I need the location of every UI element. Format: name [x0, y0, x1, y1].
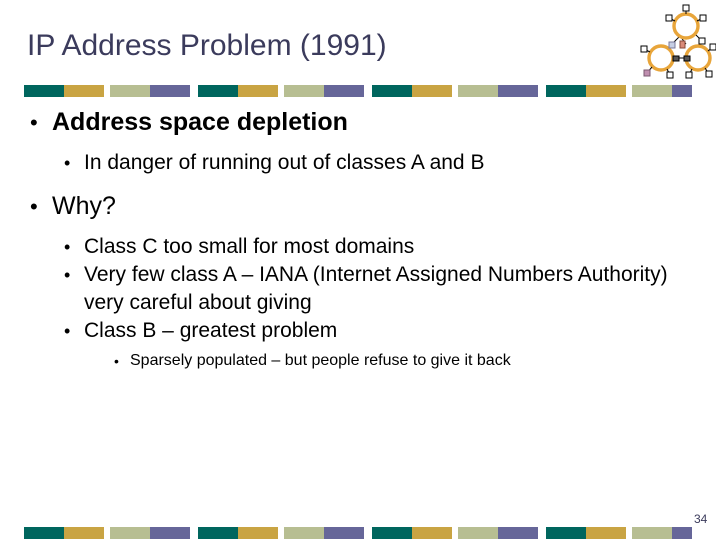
bullet-text: Class C too small for most domains	[84, 235, 415, 258]
color-bar-unit	[198, 85, 372, 97]
bar-segment-gap	[103, 85, 111, 97]
presentation-slide: IP Address Problem (1991) • Address spac…	[0, 0, 720, 540]
bar-segment-gap	[189, 527, 198, 539]
bullet-marker-icon: •	[64, 321, 71, 341]
bullet-level-1: • Address space depletion	[30, 106, 694, 139]
bar-segment-gold	[63, 527, 104, 539]
slide-body: • Address space depletion • In danger of…	[22, 106, 694, 372]
bar-segment-slate	[323, 85, 364, 97]
bullet-marker-icon: •	[64, 153, 71, 173]
bar-segment-teal	[372, 527, 412, 539]
bullet-text: Sparsely populated – but people refuse t…	[130, 352, 511, 369]
bar-segment-sage	[632, 527, 672, 539]
bullet-level-2: • In danger of running out of classes A …	[64, 149, 694, 177]
bullet-marker-icon: •	[64, 237, 71, 257]
bar-segment-sage	[458, 527, 498, 539]
bar-segment-sage	[110, 85, 150, 97]
bullet-text: Address space depletion	[52, 108, 348, 136]
bar-segment-gap	[277, 85, 285, 97]
bullet-marker-icon: •	[30, 194, 38, 219]
bar-segment-teal	[198, 85, 238, 97]
color-bar-unit	[546, 85, 692, 97]
bar-segment-gold	[237, 527, 278, 539]
slide-title: IP Address Problem (1991)	[27, 29, 387, 62]
molecule-graphic	[640, 4, 717, 82]
bullet-level-3: • Sparsely populated – but people refuse…	[114, 350, 694, 372]
bar-segment-gap	[103, 527, 111, 539]
bar-segment-sage	[632, 85, 672, 97]
bullet-marker-icon: •	[64, 265, 71, 285]
bar-segment-slate	[149, 527, 190, 539]
bar-segment-gap	[625, 527, 633, 539]
bar-segment-gap	[363, 527, 372, 539]
bar-segment-slate	[497, 85, 538, 97]
bar-segment-slate	[149, 85, 190, 97]
bar-segment-gap	[189, 85, 198, 97]
bar-segment-teal	[372, 85, 412, 97]
bar-segment-slate	[323, 527, 364, 539]
bar-segment-slate	[671, 85, 692, 97]
bar-segment-sage	[284, 85, 324, 97]
bar-segment-gold	[585, 85, 626, 97]
bar-segment-gold	[585, 527, 626, 539]
bar-segment-sage	[458, 85, 498, 97]
bullet-text: Very few class A – IANA (Internet Assign…	[84, 263, 668, 314]
color-bar-unit	[198, 527, 372, 539]
bar-segment-gold	[237, 85, 278, 97]
bar-segment-gap	[451, 85, 459, 97]
decorative-color-bar-bottom	[24, 527, 692, 539]
bar-segment-gold	[63, 85, 104, 97]
bullet-text: Why?	[52, 192, 116, 220]
color-bar-unit	[24, 85, 198, 97]
bullet-level-2: • Very few class A – IANA (Internet Assi…	[64, 261, 694, 317]
bar-segment-sage	[284, 527, 324, 539]
decorative-color-bar-top	[24, 85, 692, 97]
bar-segment-teal	[546, 527, 586, 539]
color-bar-unit	[372, 527, 546, 539]
color-bar-unit	[546, 527, 692, 539]
bar-segment-slate	[671, 527, 692, 539]
bar-segment-teal	[24, 527, 64, 539]
bullet-marker-icon: •	[30, 110, 38, 135]
bar-segment-gap	[451, 527, 459, 539]
bullet-text: In danger of running out of classes A an…	[84, 151, 485, 174]
bar-segment-gap	[625, 85, 633, 97]
color-bar-unit	[372, 85, 546, 97]
bar-segment-teal	[24, 85, 64, 97]
bullet-level-2: • Class C too small for most domains	[64, 233, 694, 261]
bullet-marker-icon: •	[114, 353, 119, 369]
bar-segment-gap	[277, 527, 285, 539]
bar-segment-slate	[497, 527, 538, 539]
bar-segment-sage	[110, 527, 150, 539]
bar-segment-gap	[363, 85, 372, 97]
bar-segment-teal	[546, 85, 586, 97]
page-number: 34	[694, 512, 708, 526]
bar-segment-gold	[411, 85, 452, 97]
bar-segment-gold	[411, 527, 452, 539]
bar-segment-gap	[537, 85, 546, 97]
bar-segment-gap	[537, 527, 546, 539]
bar-segment-teal	[198, 527, 238, 539]
bullet-text: Class B – greatest problem	[84, 319, 338, 342]
color-bar-unit	[24, 527, 198, 539]
bullet-level-1: • Why?	[30, 190, 694, 223]
bullet-level-2: • Class B – greatest problem	[64, 317, 694, 345]
